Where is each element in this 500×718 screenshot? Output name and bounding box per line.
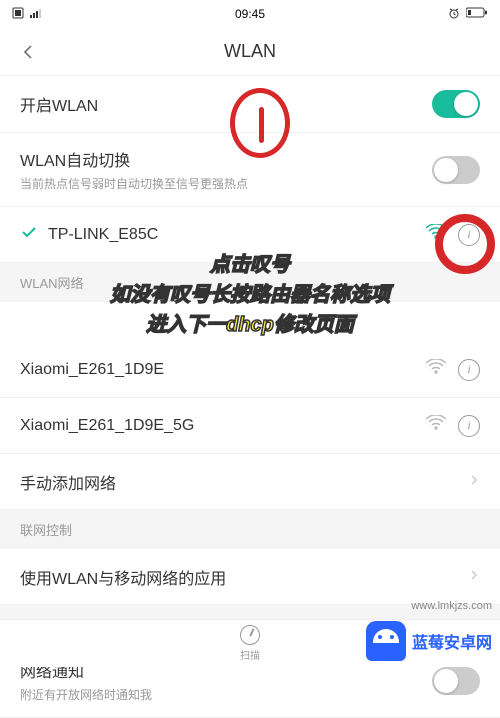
section-control: 联网控制: [0, 510, 500, 549]
sim-icon: [12, 7, 24, 22]
signal-icon: [30, 7, 44, 21]
watermark-brand: 蓝莓安卓网: [412, 629, 492, 653]
chevron-right-icon: [468, 473, 480, 491]
check-icon: [20, 223, 40, 246]
auto-switch-sub: 当前热点信号弱时自动切换至信号更强热点: [20, 175, 432, 192]
android-icon: [366, 621, 406, 661]
network-ssid: Xiaomi_E261_1D9E: [20, 361, 426, 379]
auto-switch-label: WLAN自动切换: [20, 147, 432, 171]
status-time: 09:45: [235, 7, 265, 21]
wifi-icon: [426, 415, 446, 436]
chevron-right-icon: [468, 568, 480, 586]
wlan-enable-label: 开启WLAN: [20, 92, 432, 116]
alarm-icon: [448, 7, 460, 22]
network-ssid: Xiaomi_E261_1D9E_5G: [20, 417, 426, 435]
status-bar: 09:45: [0, 0, 500, 28]
page-title: WLAN: [40, 41, 460, 62]
info-button[interactable]: i: [458, 359, 480, 381]
section-networks: WLAN网络: [0, 263, 500, 302]
battery-icon: [466, 7, 488, 21]
auto-switch-row[interactable]: WLAN自动切换 当前热点信号弱时自动切换至信号更强热点: [0, 133, 500, 207]
wlan-enable-row[interactable]: 开启WLAN: [0, 76, 500, 133]
wifi-icon: [426, 224, 446, 245]
header: WLAN: [0, 28, 500, 76]
manual-add-label: 手动添加网络: [20, 470, 468, 494]
info-button[interactable]: i: [458, 224, 480, 246]
net-notify-sub: 附近有开放网络时通知我: [20, 686, 432, 703]
manual-add-row[interactable]: 手动添加网络: [0, 454, 500, 510]
app-control-row[interactable]: 使用WLAN与移动网络的应用: [0, 549, 500, 605]
wlan-enable-toggle[interactable]: [432, 90, 480, 118]
watermark-url: www.lmkjzs.com: [411, 600, 492, 612]
app-control-label: 使用WLAN与移动网络的应用: [20, 565, 468, 589]
network-row[interactable]: Xiaomi_E261_1D9E i: [0, 342, 500, 398]
scan-icon: [240, 625, 260, 645]
wifi-icon: [426, 359, 446, 380]
connected-network-row[interactable]: TP-LINK_E85C i: [0, 207, 500, 263]
auto-switch-toggle[interactable]: [432, 156, 480, 184]
net-notify-toggle[interactable]: [432, 667, 480, 695]
network-row[interactable]: Xiaomi_E261_1D9E_5G i: [0, 398, 500, 454]
scan-label: 扫描: [240, 647, 260, 662]
chevron-left-icon: [19, 43, 37, 61]
info-button[interactable]: i: [458, 415, 480, 437]
watermark-logo: 蓝莓安卓网: [366, 621, 492, 661]
connected-ssid: TP-LINK_E85C: [48, 226, 426, 244]
back-button[interactable]: [16, 40, 40, 64]
